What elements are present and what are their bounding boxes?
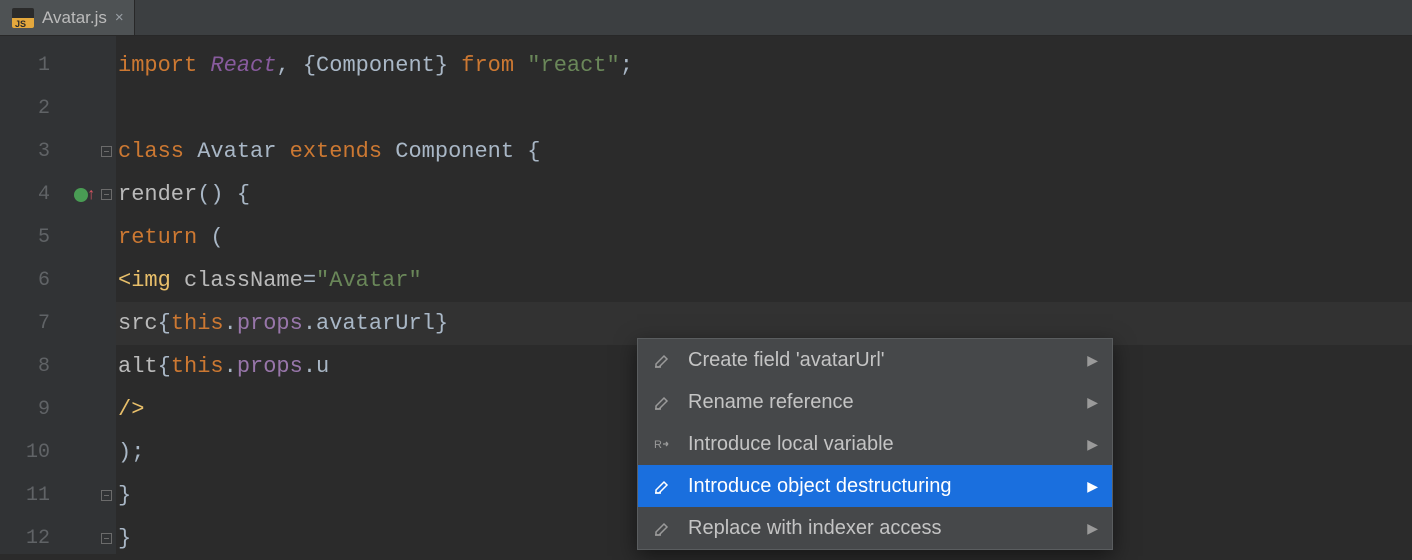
- menu-item-rename[interactable]: Rename reference ▶: [638, 381, 1112, 423]
- pencil-icon: [652, 393, 674, 411]
- menu-label: Introduce local variable: [688, 433, 1073, 456]
- chevron-right-icon: ▶: [1087, 520, 1098, 537]
- chevron-right-icon: ▶: [1087, 352, 1098, 369]
- gutter-line: 7: [0, 302, 96, 345]
- gutter: 1 2 3 4↑ 5 6 7 8 9 10 11 12: [0, 36, 96, 554]
- code-line[interactable]: return (: [116, 216, 1412, 259]
- tab-filename: Avatar.js: [42, 8, 107, 28]
- code-line[interactable]: import React, {Component} from "react";: [116, 44, 1412, 87]
- fold-toggle-icon[interactable]: [101, 490, 112, 501]
- menu-item-indexer[interactable]: Replace with indexer access ▶: [638, 507, 1112, 549]
- refactor-icon: R: [652, 435, 674, 453]
- pencil-icon: [652, 519, 674, 537]
- menu-item-create-field[interactable]: Create field 'avatarUrl' ▶: [638, 339, 1112, 381]
- code-line[interactable]: [116, 87, 1412, 130]
- menu-label: Introduce object destructuring: [688, 475, 1073, 498]
- arrow-up-icon: ↑: [86, 186, 96, 204]
- tab-bar: Avatar.js ×: [0, 0, 1412, 36]
- gutter-line: 6: [0, 259, 96, 302]
- gutter-line: 3: [0, 130, 96, 173]
- fold-toggle-icon[interactable]: [101, 533, 112, 544]
- gutter-line: 1: [0, 44, 96, 87]
- gutter-line: 2: [0, 87, 96, 130]
- context-menu: Create field 'avatarUrl' ▶ Rename refere…: [637, 338, 1113, 550]
- menu-item-introduce-variable[interactable]: R Introduce local variable ▶: [638, 423, 1112, 465]
- chevron-right-icon: ▶: [1087, 478, 1098, 495]
- gutter-line: 4↑: [0, 173, 96, 216]
- fold-toggle-icon[interactable]: [101, 146, 112, 157]
- fold-strip: [96, 36, 116, 554]
- menu-label: Rename reference: [688, 391, 1073, 414]
- js-file-icon: [12, 8, 34, 28]
- menu-label: Replace with indexer access: [688, 517, 1073, 540]
- pencil-icon: [652, 351, 674, 369]
- gutter-line: 8: [0, 345, 96, 388]
- gutter-line: 5: [0, 216, 96, 259]
- gutter-line: 10: [0, 431, 96, 474]
- code-line[interactable]: class Avatar extends Component {: [116, 130, 1412, 173]
- pencil-icon: [652, 477, 674, 495]
- code-line[interactable]: <img className="Avatar": [116, 259, 1412, 302]
- code-line[interactable]: render() {: [116, 173, 1412, 216]
- svg-text:R: R: [654, 439, 662, 451]
- close-icon[interactable]: ×: [115, 9, 124, 26]
- menu-item-destructuring[interactable]: Introduce object destructuring ▶: [638, 465, 1112, 507]
- menu-label: Create field 'avatarUrl': [688, 349, 1073, 372]
- tab-active[interactable]: Avatar.js ×: [0, 0, 135, 35]
- chevron-right-icon: ▶: [1087, 436, 1098, 453]
- gutter-line: 11: [0, 474, 96, 517]
- fold-toggle-icon[interactable]: [101, 189, 112, 200]
- chevron-right-icon: ▶: [1087, 394, 1098, 411]
- gutter-line: 9: [0, 388, 96, 431]
